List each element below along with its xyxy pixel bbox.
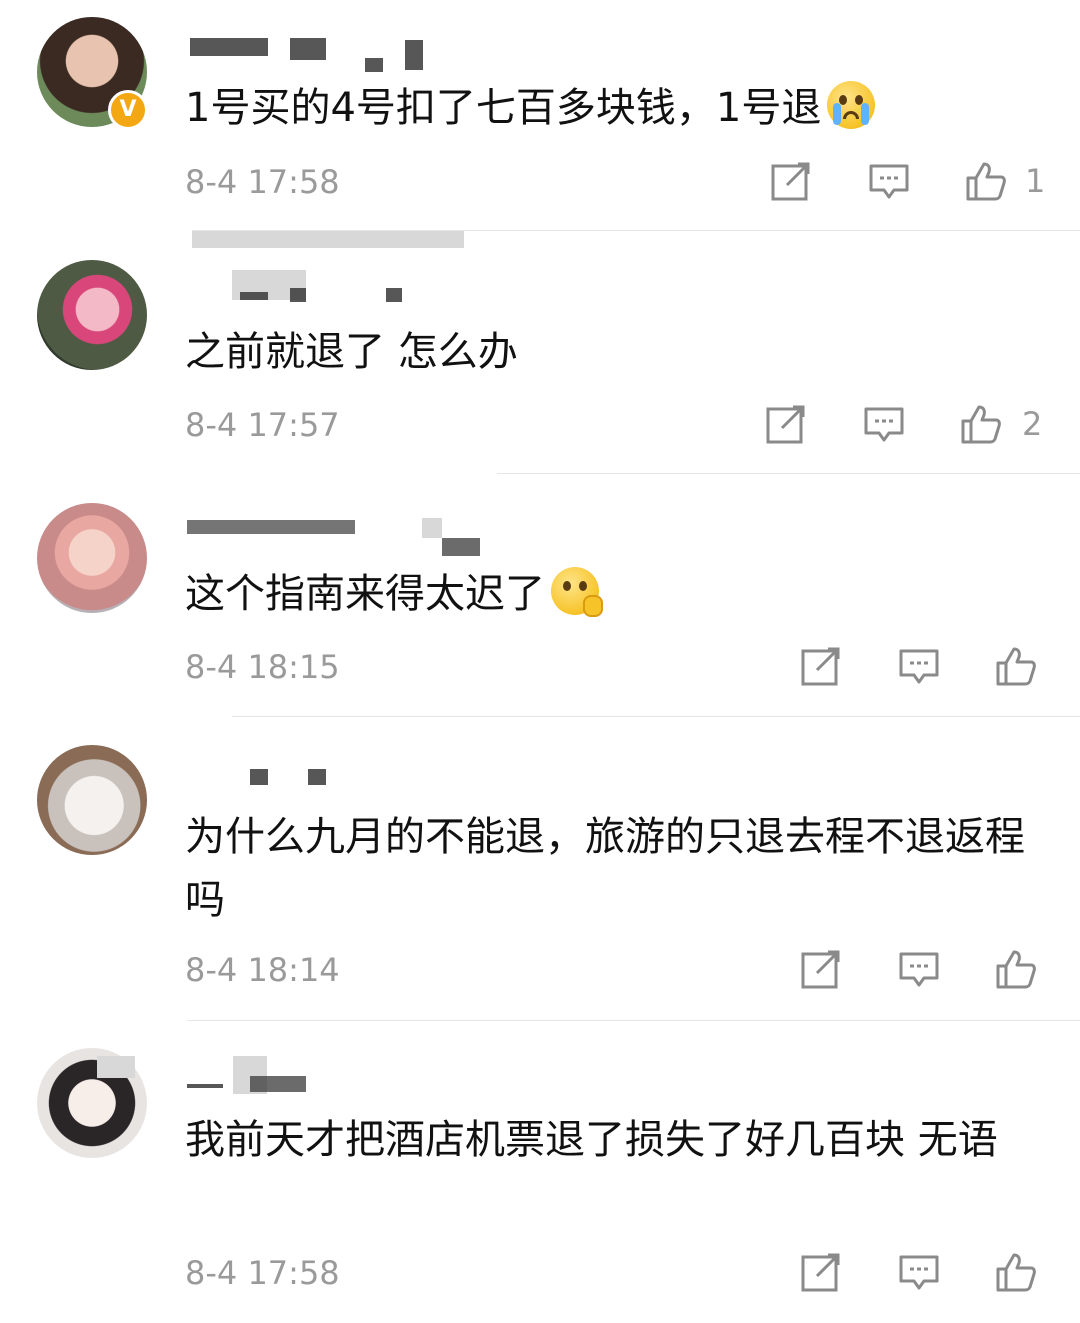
comment-item: V 1号买的4号扣了七百多块钱，1号退 8-4 17:58 1 xyxy=(0,0,1080,248)
thumbs-up-icon[interactable] xyxy=(960,403,1002,445)
comment-actions xyxy=(800,948,1060,994)
share-icon[interactable] xyxy=(800,645,842,687)
redacted-username xyxy=(187,1084,223,1088)
comment-body: 1号买的4号扣了七百多块钱，1号退 xyxy=(185,85,822,131)
thumbs-up-icon[interactable] xyxy=(995,645,1037,687)
comment-icon[interactable] xyxy=(868,160,910,202)
comment-actions xyxy=(800,645,1060,691)
comment-timestamp: 8-4 17:57 xyxy=(185,406,340,444)
comment-body: 这个指南来得太迟了 xyxy=(185,571,545,617)
redacted-username xyxy=(290,288,306,302)
divider xyxy=(187,1020,1080,1021)
comment-actions: 1 xyxy=(770,160,1070,206)
redacted-username xyxy=(365,58,383,72)
thumbs-up-icon[interactable] xyxy=(965,160,1007,202)
redacted-username xyxy=(187,520,355,534)
comment-body: 之前就退了 怎么办 xyxy=(185,329,518,375)
crying-face-icon xyxy=(827,81,876,129)
redacted-username xyxy=(250,1076,306,1092)
redacted-username xyxy=(442,538,480,556)
comment-body: 为什么九月的不能退，旅游的只退去程不退返程吗 xyxy=(185,814,1025,923)
redacted-username xyxy=(250,769,268,785)
comment-timestamp: 8-4 18:15 xyxy=(185,648,340,686)
comment-icon[interactable] xyxy=(898,645,940,687)
verified-badge-icon: V xyxy=(108,90,148,130)
comment-icon[interactable] xyxy=(863,403,905,445)
comment-text: 我前天才把酒店机票退了损失了好几百块 无语 xyxy=(185,1109,1045,1172)
comment-item: 这个指南来得太迟了 8-4 18:15 xyxy=(0,490,1080,720)
comment-text: 之前就退了 怎么办 xyxy=(185,321,1045,384)
redacted-username xyxy=(240,292,268,300)
thumbs-up-icon[interactable] xyxy=(995,948,1037,990)
like-count: 1 xyxy=(1025,162,1046,200)
avatar[interactable] xyxy=(37,260,147,370)
comment-timestamp: 8-4 17:58 xyxy=(185,1254,340,1292)
redacted-block xyxy=(192,231,464,248)
comment-item: 之前就退了 怎么办 8-4 17:57 2 xyxy=(0,248,1080,474)
comment-item: 为什么九月的不能退，旅游的只退去程不退返程吗 8-4 18:14 xyxy=(0,733,1080,1023)
comment-actions xyxy=(800,1251,1060,1297)
redacted-username xyxy=(290,38,326,60)
share-icon[interactable] xyxy=(800,1251,842,1293)
redacted-username xyxy=(405,40,423,70)
thinking-face-icon xyxy=(551,567,603,617)
redacted-username xyxy=(422,518,442,538)
share-icon[interactable] xyxy=(770,160,812,202)
comment-text: 1号买的4号扣了七百多块钱，1号退 xyxy=(185,77,1045,140)
thumbs-up-icon[interactable] xyxy=(995,1251,1037,1293)
avatar[interactable] xyxy=(37,745,147,855)
comment-text: 这个指南来得太迟了 xyxy=(185,563,1045,626)
redacted-username xyxy=(308,769,326,785)
comment-timestamp: 8-4 17:58 xyxy=(185,163,340,201)
redacted-username xyxy=(97,1056,135,1078)
share-icon[interactable] xyxy=(800,948,842,990)
divider xyxy=(497,473,1080,474)
redacted-username xyxy=(190,38,268,56)
redacted-username xyxy=(386,288,402,302)
comment-icon[interactable] xyxy=(898,1251,940,1293)
like-count: 2 xyxy=(1022,405,1043,443)
comment-icon[interactable] xyxy=(898,948,940,990)
divider xyxy=(232,716,1080,717)
comment-body: 我前天才把酒店机票退了损失了好几百块 无语 xyxy=(185,1117,998,1163)
comment-text: 为什么九月的不能退，旅游的只退去程不退返程吗 xyxy=(185,806,1045,932)
comment-timestamp: 8-4 18:14 xyxy=(185,951,340,989)
comment-actions: 2 xyxy=(765,403,1065,449)
avatar[interactable] xyxy=(37,503,147,613)
comment-item: 我前天才把酒店机票退了损失了好几百块 无语 8-4 17:58 xyxy=(0,1036,1080,1323)
share-icon[interactable] xyxy=(765,403,807,445)
